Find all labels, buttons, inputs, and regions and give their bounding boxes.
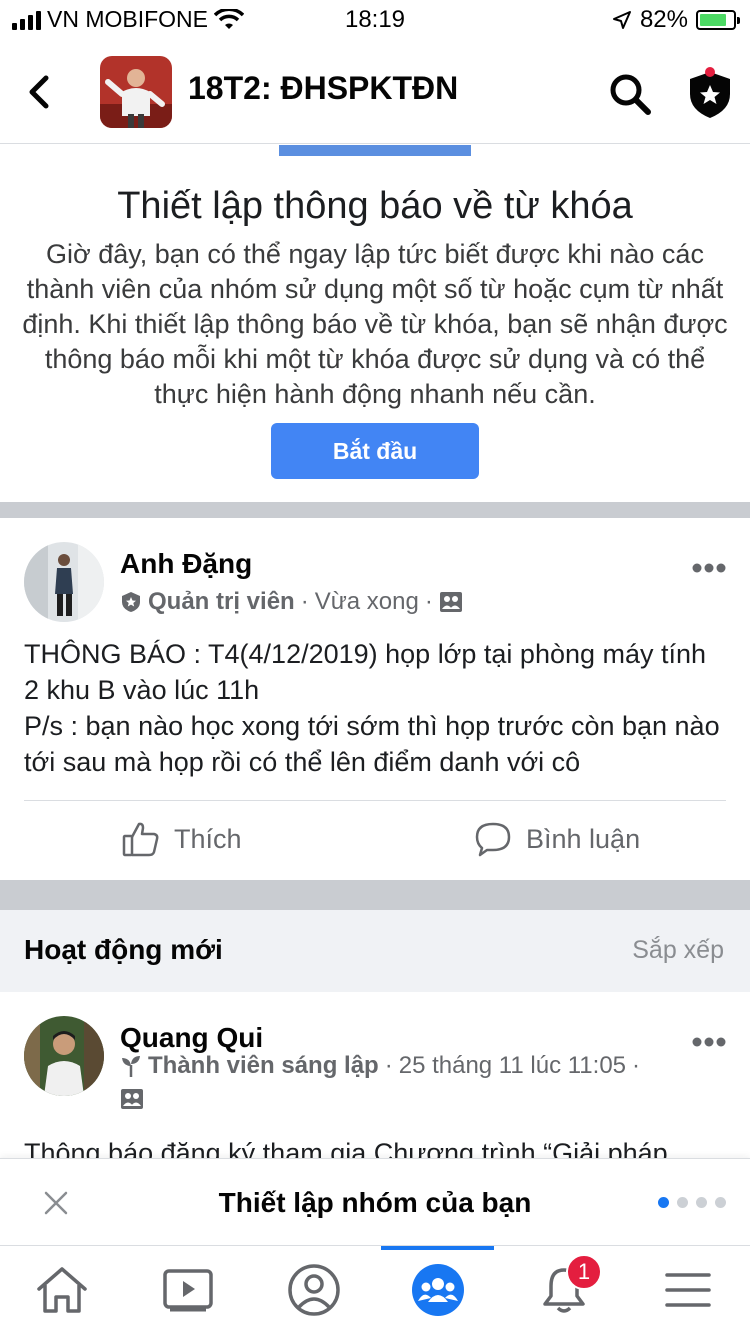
home-icon [37,1267,87,1313]
page-dot [715,1197,726,1208]
post-card: Quang Qui Thành viên sáng lập · 25 tháng… [0,992,750,1158]
page-dot [658,1197,669,1208]
comment-button[interactable]: Bình luận [474,820,640,858]
activity-section: Hoạt động mới Sắp xếp [0,880,750,992]
group-avatar[interactable] [100,56,172,128]
groups-icon [412,1264,464,1316]
active-tab-indicator [381,1246,494,1250]
status-bar: VN MOBIFONE 18:19 82% [0,0,750,40]
author-avatar[interactable] [24,1016,104,1096]
group-title[interactable]: 18T2: ĐHSPKTĐN [188,70,458,107]
like-button[interactable]: Thích [122,820,242,858]
activity-title: Hoạt động mới [24,934,223,965]
bottom-tab-bar: 1 [0,1246,750,1334]
sprout-icon [122,1056,140,1077]
post-text: THÔNG BÁO : T4(4/12/2019) họp lớp tại ph… [24,639,720,777]
author-role: Thành viên sáng lập [148,1052,379,1079]
thumbs-up-icon [122,822,159,857]
chevron-left-icon[interactable] [22,70,62,114]
group-audience-icon [439,592,462,612]
comment-label: Bình luận [526,823,641,854]
post-meta: Thành viên sáng lập · 25 tháng 11 lúc 11… [120,1052,640,1080]
meta-separator: · [300,588,309,615]
location-arrow-icon [612,11,631,29]
comment-icon [475,822,511,857]
meta-separator: · [424,588,433,615]
group-audience-icon [121,1089,143,1109]
groups-tab[interactable] [408,1260,468,1320]
post-divider [24,800,726,801]
menu-icon [665,1273,711,1307]
page-indicator [658,1197,726,1208]
video-icon [163,1269,213,1312]
notification-badge: 1 [566,1254,602,1290]
group-setup-bar[interactable]: Thiết lập nhóm của bạn [0,1158,750,1246]
search-icon[interactable] [606,70,654,118]
home-tab[interactable] [32,1260,92,1320]
page-dot [696,1197,707,1208]
sort-button[interactable]: Sắp xếp [632,936,724,965]
profile-icon [288,1264,340,1316]
post-author[interactable]: Quang Qui [120,1022,263,1054]
menu-tab[interactable] [658,1260,718,1320]
battery-percent: 82% [639,6,688,33]
promo-illustration-edge [279,145,471,156]
group-header: 18T2: ĐHSPKTĐN [0,40,750,144]
page-dot [677,1197,688,1208]
meta-separator: · [384,1052,393,1079]
setup-title: Thiết lập nhóm của bạn [218,1187,532,1218]
start-button[interactable]: Bắt đầu [271,423,479,479]
promo-description: Giờ đây, bạn có thể ngay lập tức biết đư… [22,239,728,409]
author-role: Quản trị viên [148,588,295,615]
section-divider [0,502,750,518]
post-text: Thông báo đăng ký tham gia Chương trình … [24,1138,668,1158]
post-time[interactable]: 25 tháng 11 lúc 11:05 [399,1052,626,1080]
like-label: Thích [174,823,242,854]
admin-badge-icon [122,592,140,612]
promo-title: Thiết lập thông báo về từ khóa [117,185,633,227]
author-avatar[interactable] [24,542,104,622]
keyword-alerts-card: Thiết lập thông báo về từ khóa Giờ đây, … [0,145,750,502]
profile-tab[interactable] [284,1260,344,1320]
post-time[interactable]: Vừa xong [315,588,419,616]
shield-star-icon[interactable] [684,66,736,120]
post-card: Anh Đặng Quản trị viên · Vừa xong · THÔN… [0,518,750,880]
post-author[interactable]: Anh Đặng [120,548,252,580]
more-options-icon[interactable] [692,562,726,574]
post-meta: Quản trị viên · Vừa xong · [120,588,463,616]
watch-tab[interactable] [158,1260,218,1320]
meta-separator: · [632,1052,641,1079]
battery-icon [696,10,740,30]
more-options-icon[interactable] [692,1036,726,1048]
